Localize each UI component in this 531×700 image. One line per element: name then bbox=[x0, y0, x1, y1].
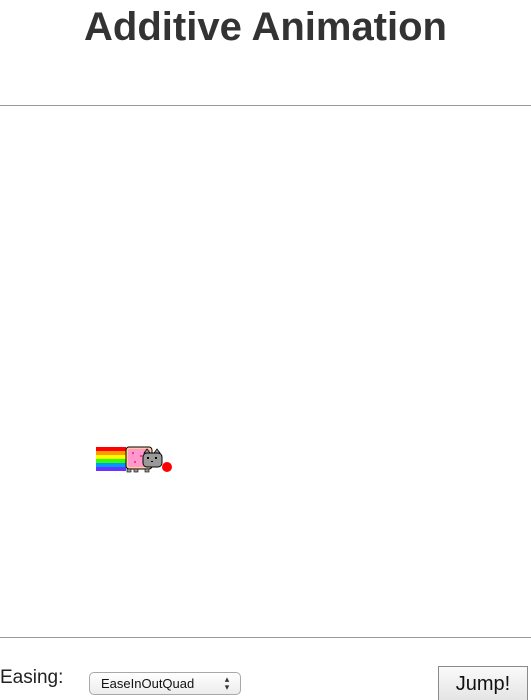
controls-bar: Easing: EaseInOutQuad ▴ ▾ Jump! bbox=[0, 666, 531, 700]
easing-select[interactable]: EaseInOutQuad ▴ ▾ bbox=[89, 672, 241, 695]
red-ball bbox=[162, 462, 172, 472]
page-title: Additive Animation bbox=[84, 5, 447, 49]
easing-label: Easing: bbox=[0, 667, 64, 688]
select-updown-icon: ▴ ▾ bbox=[224, 674, 230, 692]
rainbow-trail bbox=[96, 447, 126, 471]
cat-feet bbox=[126, 468, 150, 473]
jump-button[interactable]: Jump! bbox=[438, 666, 528, 700]
animation-stage[interactable] bbox=[0, 106, 531, 637]
nyan-cat-sprite bbox=[96, 446, 172, 473]
bottom-divider bbox=[0, 637, 531, 638]
page: Additive Animation Easing: EaseInOutQuad… bbox=[0, 0, 531, 700]
easing-selected-value: EaseInOutQuad bbox=[101, 676, 195, 691]
